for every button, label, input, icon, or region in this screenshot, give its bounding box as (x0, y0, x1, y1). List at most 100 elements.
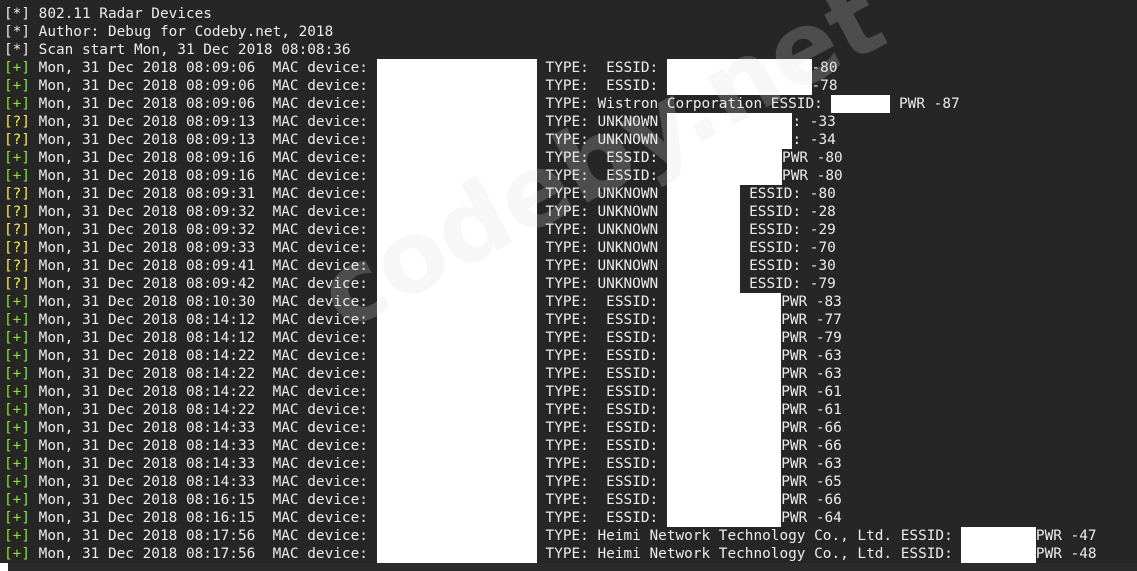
timestamp: Mon, 31 Dec 2018 08:14:33 (38, 456, 256, 472)
status-tag: [+] (4, 60, 30, 76)
power-value: PWR -83 (781, 294, 842, 310)
table-row: [+] Mon, 31 Dec 2018 08:16:15 MAC device… (4, 491, 1137, 509)
mac-label: MAC device: (272, 258, 377, 274)
mac-label: MAC device: (272, 222, 377, 238)
mac-label: MAC device: (272, 402, 377, 418)
table-row: [+] Mon, 31 Dec 2018 08:14:22 MAC device… (4, 383, 1137, 401)
power-value: PWR -47 (1035, 528, 1097, 544)
redacted-essid (666, 419, 782, 437)
table-row: [+] Mon, 31 Dec 2018 08:14:33 MAC device… (4, 437, 1137, 455)
status-tag: [+] (4, 312, 30, 328)
redacted-mac (376, 347, 537, 365)
status-tag: [+] (4, 510, 30, 526)
mac-label: MAC device: (272, 420, 377, 436)
type-essid: TYPE: Wistron Corporation ESSID: (545, 96, 832, 112)
redacted-essid (666, 77, 812, 95)
power-value: PWR -87 (890, 96, 960, 112)
power-value: : -33 (792, 114, 836, 130)
power-value: PWR -63 (781, 348, 842, 364)
type-essid: TYPE: ESSID: (545, 78, 667, 94)
redacted-mac (376, 383, 537, 401)
redacted-essid (666, 473, 782, 491)
timestamp: Mon, 31 Dec 2018 08:14:33 (38, 438, 256, 454)
redacted-essid (666, 167, 783, 185)
terminal-window[interactable]: [*] 802.11 Radar Devices [*] Author: Deb… (0, 0, 1137, 563)
type-essid: TYPE: ESSID: (545, 402, 667, 418)
power-value: PWR -63 (781, 366, 842, 382)
timestamp: Mon, 31 Dec 2018 08:09:31 (38, 186, 256, 202)
redacted-essid (666, 239, 741, 257)
mac-label: MAC device: (272, 240, 377, 256)
timestamp: Mon, 31 Dec 2018 08:09:33 (38, 240, 256, 256)
type-essid: TYPE: UNKNOWN (545, 204, 667, 220)
timestamp: Mon, 31 Dec 2018 08:09:42 (38, 276, 256, 292)
timestamp: Mon, 31 Dec 2018 08:09:16 (38, 150, 256, 166)
mac-label: MAC device: (272, 204, 377, 220)
mac-label: MAC device: (272, 438, 377, 454)
status-tag: [?] (4, 258, 30, 274)
power-value: ESSID: -79 (740, 276, 836, 292)
status-tag: [?] (4, 132, 30, 148)
redacted-mac (376, 113, 537, 131)
timestamp: Mon, 31 Dec 2018 08:14:22 (38, 366, 256, 382)
redacted-essid (666, 149, 783, 167)
redacted-essid (666, 455, 782, 473)
status-tag: [+] (4, 546, 30, 562)
timestamp: Mon, 31 Dec 2018 08:17:56 (38, 546, 256, 562)
type-essid: TYPE: ESSID: (545, 348, 667, 364)
redacted-essid (666, 275, 741, 293)
status-tag: [+] (4, 384, 30, 400)
redacted-essid (961, 545, 1036, 563)
status-tag: [?] (4, 276, 30, 292)
redacted-essid (666, 311, 782, 329)
redacted-mac (376, 185, 537, 203)
redacted-mac (376, 221, 537, 239)
redacted-mac (376, 167, 537, 185)
table-row: [+] Mon, 31 Dec 2018 08:14:12 MAC device… (4, 311, 1137, 329)
timestamp: Mon, 31 Dec 2018 08:16:15 (38, 492, 256, 508)
redacted-mac (376, 239, 537, 257)
redacted-essid (666, 221, 741, 239)
status-tag: [+] (4, 528, 30, 544)
status-tag: [+] (4, 474, 30, 490)
timestamp: Mon, 31 Dec 2018 08:09:41 (38, 258, 256, 274)
mac-label: MAC device: (272, 186, 377, 202)
type-essid: TYPE: ESSID: (545, 510, 667, 526)
table-row: [?] Mon, 31 Dec 2018 08:09:31 MAC device… (4, 185, 1137, 203)
type-essid: TYPE: ESSID: (545, 366, 667, 382)
power-value: -78 (811, 78, 838, 94)
power-value: -80 (811, 60, 838, 76)
mac-label: MAC device: (272, 78, 377, 94)
status-tag: [+] (4, 96, 30, 112)
table-row: [+] Mon, 31 Dec 2018 08:09:16 MAC device… (4, 149, 1137, 167)
power-value: PWR -79 (781, 330, 842, 346)
mac-label: MAC device: (272, 348, 377, 364)
power-value: PWR -64 (781, 510, 842, 526)
type-essid: TYPE: ESSID: (545, 456, 667, 472)
table-row: [+] Mon, 31 Dec 2018 08:09:06 MAC device… (4, 77, 1137, 95)
mac-label: MAC device: (272, 132, 377, 148)
redacted-mac (376, 437, 537, 455)
type-essid: TYPE: ESSID: (545, 168, 667, 184)
status-tag: [+] (4, 294, 30, 310)
type-essid: TYPE: ESSID: (545, 492, 667, 508)
table-row: [+] Mon, 31 Dec 2018 08:09:06 MAC device… (4, 59, 1137, 77)
power-value: PWR -77 (781, 312, 842, 328)
table-row: [?] Mon, 31 Dec 2018 08:09:33 MAC device… (4, 239, 1137, 257)
timestamp: Mon, 31 Dec 2018 08:16:15 (38, 510, 256, 526)
header-line: [*] Author: Debug for Codeby.net, 2018 (4, 24, 334, 40)
mac-label: MAC device: (272, 366, 377, 382)
table-row: [?] Mon, 31 Dec 2018 08:09:13 MAC device… (4, 113, 1137, 131)
redacted-essid (666, 437, 782, 455)
power-value: PWR -80 (782, 168, 843, 184)
power-value: ESSID: -28 (740, 204, 836, 220)
type-essid: TYPE: UNKNOWN (545, 258, 667, 274)
mac-label: MAC device: (272, 168, 377, 184)
mac-label: MAC device: (272, 510, 377, 526)
redacted-mac (376, 275, 537, 293)
mac-label: MAC device: (272, 474, 377, 490)
table-row: [?] Mon, 31 Dec 2018 08:09:13 MAC device… (4, 131, 1137, 149)
redacted-mac (376, 509, 537, 527)
timestamp: Mon, 31 Dec 2018 08:14:33 (38, 474, 256, 490)
redacted-essid (831, 95, 891, 113)
